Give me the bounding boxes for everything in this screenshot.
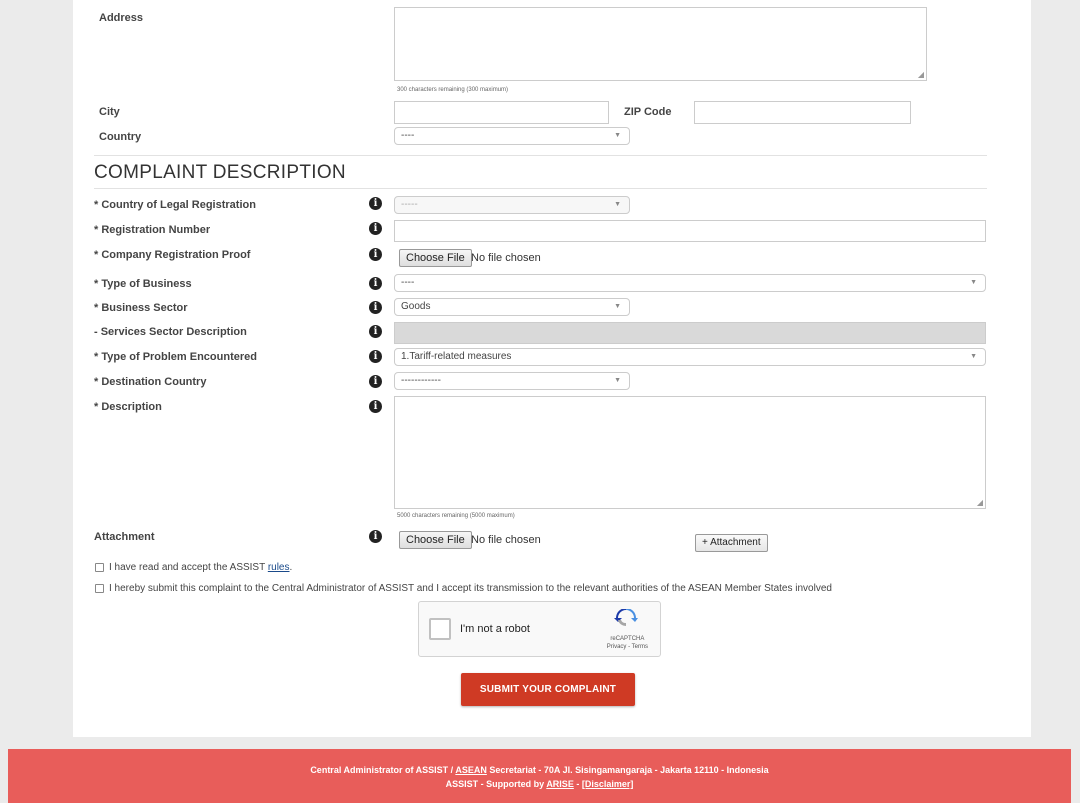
- section-divider: [94, 155, 987, 156]
- country-select[interactable]: ---- ▼: [394, 127, 630, 145]
- type-business-select[interactable]: ---- ▼: [394, 274, 986, 292]
- info-icon[interactable]: i: [369, 400, 382, 413]
- info-icon[interactable]: i: [369, 350, 382, 363]
- city-input[interactable]: [394, 101, 609, 124]
- type-business-label: * Type of Business: [94, 278, 192, 290]
- resize-grip-icon[interactable]: ◢: [977, 499, 983, 507]
- company-proof-file-status: No file chosen: [471, 252, 541, 264]
- zip-input[interactable]: [694, 101, 911, 124]
- footer: Central Administrator of ASSIST / ASEAN …: [8, 749, 1071, 803]
- section-title: COMPLAINT DESCRIPTION: [94, 162, 346, 183]
- country-legal-label: * Country of Legal Registration: [94, 199, 256, 211]
- registration-number-label: * Registration Number: [94, 224, 211, 236]
- services-sector-input: [394, 322, 986, 344]
- accept-rules-text: I have read and accept the ASSIST rules.: [109, 562, 293, 573]
- registration-number-input[interactable]: [394, 220, 986, 242]
- description-textarea[interactable]: ◢: [394, 396, 986, 509]
- address-textarea[interactable]: ◢: [394, 7, 927, 81]
- arise-link[interactable]: ARISE: [546, 779, 574, 789]
- problem-type-select[interactable]: 1.Tariff-related measures ▼: [394, 348, 986, 366]
- recaptcha-checkbox[interactable]: [429, 618, 451, 640]
- problem-type-value: 1.Tariff-related measures: [401, 351, 512, 362]
- problem-type-label: * Type of Problem Encountered: [94, 351, 257, 363]
- submit-consent-text: I hereby submit this complaint to the Ce…: [109, 583, 832, 594]
- info-icon[interactable]: i: [369, 301, 382, 314]
- services-sector-label: - Services Sector Description: [94, 326, 247, 338]
- resize-grip-icon[interactable]: ◢: [918, 71, 924, 79]
- recaptcha-label: I'm not a robot: [460, 623, 530, 635]
- company-proof-label: * Company Registration Proof: [94, 249, 251, 261]
- submit-complaint-button[interactable]: SUBMIT YOUR COMPLAINT: [461, 673, 635, 706]
- attachment-file-status: No file chosen: [471, 534, 541, 546]
- attachment-choose-file-button[interactable]: Choose File: [399, 531, 472, 549]
- country-legal-select[interactable]: ----- ▼: [394, 196, 630, 214]
- destination-value: ------------: [401, 375, 441, 386]
- recaptcha-privacy-terms-links[interactable]: Privacy - Terms: [607, 643, 648, 651]
- chevron-down-icon: ▼: [970, 353, 977, 360]
- disclaimer-link[interactable]: [Disclaimer]: [582, 779, 634, 789]
- country-legal-value: -----: [401, 199, 418, 210]
- zip-label: ZIP Code: [624, 106, 672, 118]
- info-icon[interactable]: i: [369, 222, 382, 235]
- rules-link[interactable]: rules: [268, 562, 290, 573]
- footer-line-1: Central Administrator of ASSIST / ASEAN …: [310, 765, 769, 775]
- chevron-down-icon: ▼: [614, 303, 621, 310]
- country-select-value: ----: [401, 130, 415, 141]
- asean-link[interactable]: ASEAN: [455, 765, 487, 775]
- recaptcha-widget: I'm not a robot reCAPTCHA Privacy - Terms: [418, 601, 661, 657]
- business-sector-value: Goods: [401, 301, 431, 312]
- add-attachment-button[interactable]: + Attachment: [695, 534, 768, 552]
- accept-rules-checkbox[interactable]: [95, 563, 104, 572]
- info-icon[interactable]: i: [369, 375, 382, 388]
- chevron-down-icon: ▼: [614, 132, 621, 139]
- info-icon[interactable]: i: [369, 248, 382, 261]
- description-label: * Description: [94, 401, 162, 413]
- destination-label: * Destination Country: [94, 376, 207, 388]
- business-sector-label: * Business Sector: [94, 302, 188, 314]
- info-icon[interactable]: i: [369, 530, 382, 543]
- attachment-label: Attachment: [94, 531, 155, 543]
- footer-line-2: ASSIST - Supported by ARISE - [Disclaime…: [445, 779, 634, 789]
- submit-consent-checkbox[interactable]: [95, 584, 104, 593]
- chevron-down-icon: ▼: [614, 201, 621, 208]
- section-divider: [94, 188, 987, 189]
- description-char-count: 5000 characters remaining (5000 maximum): [397, 513, 515, 519]
- address-label: Address: [99, 12, 144, 24]
- city-label: City: [99, 106, 120, 118]
- info-icon[interactable]: i: [369, 277, 382, 290]
- country-label: Country: [99, 131, 142, 143]
- recaptcha-logo-icon: [614, 609, 638, 627]
- chevron-down-icon: ▼: [970, 279, 977, 286]
- address-char-count: 300 characters remaining (300 maximum): [397, 87, 509, 93]
- info-icon[interactable]: i: [369, 197, 382, 210]
- company-proof-choose-file-button[interactable]: Choose File: [399, 249, 472, 267]
- destination-select[interactable]: ------------ ▼: [394, 372, 630, 390]
- chevron-down-icon: ▼: [614, 377, 621, 384]
- recaptcha-brand: reCAPTCHA Privacy - Terms: [606, 636, 648, 651]
- info-icon[interactable]: i: [369, 325, 382, 338]
- business-sector-select[interactable]: Goods ▼: [394, 298, 630, 316]
- type-business-value: ----: [401, 277, 415, 288]
